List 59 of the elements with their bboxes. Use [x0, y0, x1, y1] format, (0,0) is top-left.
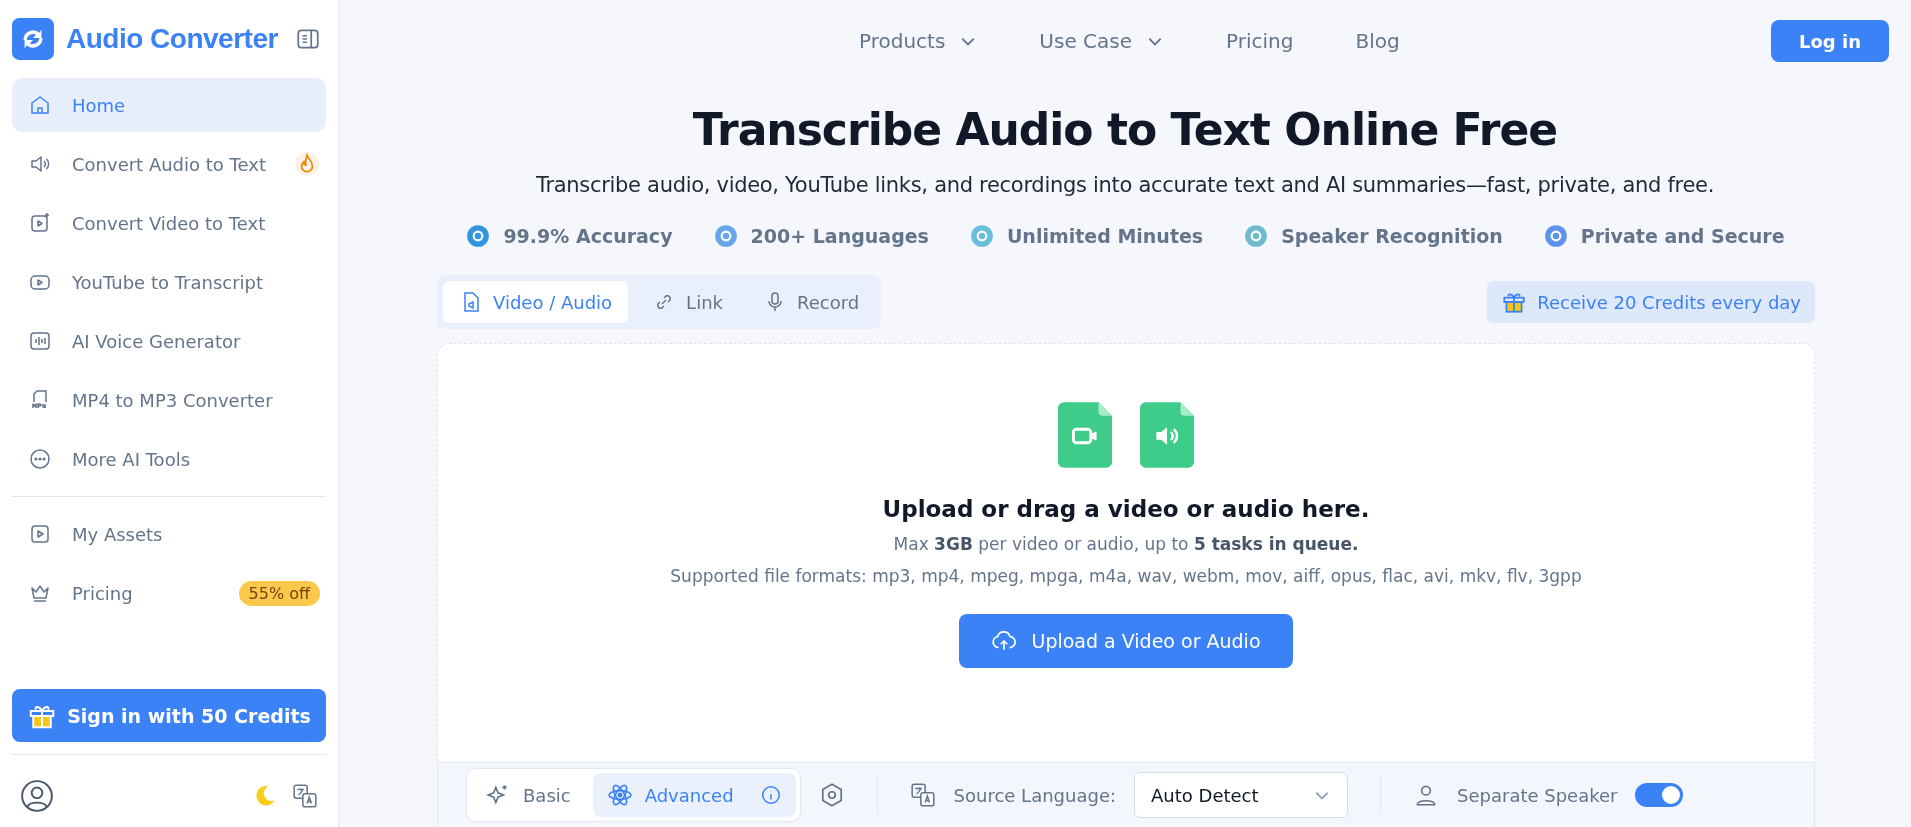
nav-link[interactable]: Products — [859, 29, 978, 53]
sidebar-item[interactable]: Home — [12, 78, 326, 132]
nav-link[interactable]: Pricing — [1226, 29, 1294, 53]
input-tab[interactable]: Record — [747, 281, 876, 323]
sidebar-item[interactable]: MP4 to MP3 Converter — [12, 373, 326, 427]
feature-icon — [968, 223, 995, 249]
translate-icon[interactable] — [292, 783, 318, 809]
menu-icon — [28, 447, 52, 471]
translate-icon — [909, 782, 936, 808]
menu-icon — [28, 93, 52, 117]
sidebar-item[interactable]: Convert Video to Text — [12, 196, 326, 250]
toggle-switch[interactable] — [1635, 783, 1684, 807]
audio-file-icon — [1140, 402, 1194, 468]
supported-formats: Supported file formats: mp3, mp4, mpeg, mpga, m4a, wav, webm, mov, aiff, opus, flac, avi, mkv, flv, 3gpp — [670, 566, 1582, 586]
feature-label: Unlimited Minutes — [1006, 225, 1204, 247]
video-file-icon — [1058, 402, 1112, 468]
sidebar-item[interactable]: My Assets — [12, 507, 326, 561]
input-tab[interactable]: Link — [636, 281, 739, 323]
feature-label: Private and Secure — [1580, 225, 1785, 247]
nav-link[interactable]: Blog — [1355, 29, 1400, 53]
menu-icon — [28, 211, 52, 235]
discount-badge: 55% off — [238, 580, 320, 606]
page-title: Transcribe Audio to Text Online Free — [692, 104, 1558, 155]
sidebar-item[interactable]: Pricing 55% off — [12, 566, 326, 620]
feature-label: 99.9% Accuracy — [503, 225, 673, 247]
nav-link[interactable]: Use Case — [1039, 29, 1165, 53]
brand-name[interactable]: Audio Converter — [66, 23, 283, 55]
page-subtitle: Transcribe audio, video, YouTube links, and recordings into accurate text and AI summaries—fast, private, and free. — [535, 173, 1715, 197]
mode-tab[interactable]: Basic — [471, 773, 585, 817]
input-tab[interactable]: Video / Audio — [443, 281, 629, 323]
separate-speaker-label: Separate Speaker — [1457, 784, 1618, 806]
sidebar-toggle-icon[interactable] — [295, 26, 321, 52]
source-language-label: Source Language: — [953, 784, 1117, 806]
sidebar-item[interactable]: AI Voice Generator — [12, 314, 326, 368]
sidebar-item[interactable]: Convert Audio to Text — [12, 137, 326, 191]
language-select[interactable]: Auto Detect — [1134, 772, 1349, 818]
login-button[interactable]: Log in — [1771, 20, 1889, 62]
upload-limits: Max 3GB per video or audio, up to 5 tasks in queue. — [893, 534, 1359, 554]
feature-label: 200+ Languages — [750, 225, 929, 247]
mode-tab[interactable]: Advanced — [592, 773, 796, 817]
feature-icon — [1542, 223, 1569, 249]
feature-label: Speaker Recognition — [1281, 225, 1503, 247]
upload-card[interactable] — [437, 343, 1815, 762]
user-avatar-icon[interactable] — [20, 779, 54, 813]
menu-icon — [28, 329, 52, 353]
feature-icon — [465, 223, 492, 249]
atom-icon — [606, 782, 633, 808]
credits-banner[interactable]: Receive 20 Credits every day — [1487, 281, 1815, 323]
logo-icon — [12, 18, 54, 60]
credits-text: Receive 20 Credits every day — [1537, 291, 1801, 313]
info-icon — [759, 784, 782, 806]
sign-in-button[interactable]: Sign in with 50 Credits — [12, 689, 326, 742]
upload-heading: Upload or drag a video or audio here. — [882, 496, 1370, 522]
feature-icon — [1243, 223, 1270, 249]
upload-button[interactable]: Upload a Video or Audio — [959, 614, 1293, 668]
sidebar-item[interactable]: More AI Tools — [12, 432, 326, 486]
sidebar-item[interactable]: YouTube to Transcript — [12, 255, 326, 309]
feature-icon — [712, 223, 739, 249]
menu-icon — [28, 522, 52, 546]
